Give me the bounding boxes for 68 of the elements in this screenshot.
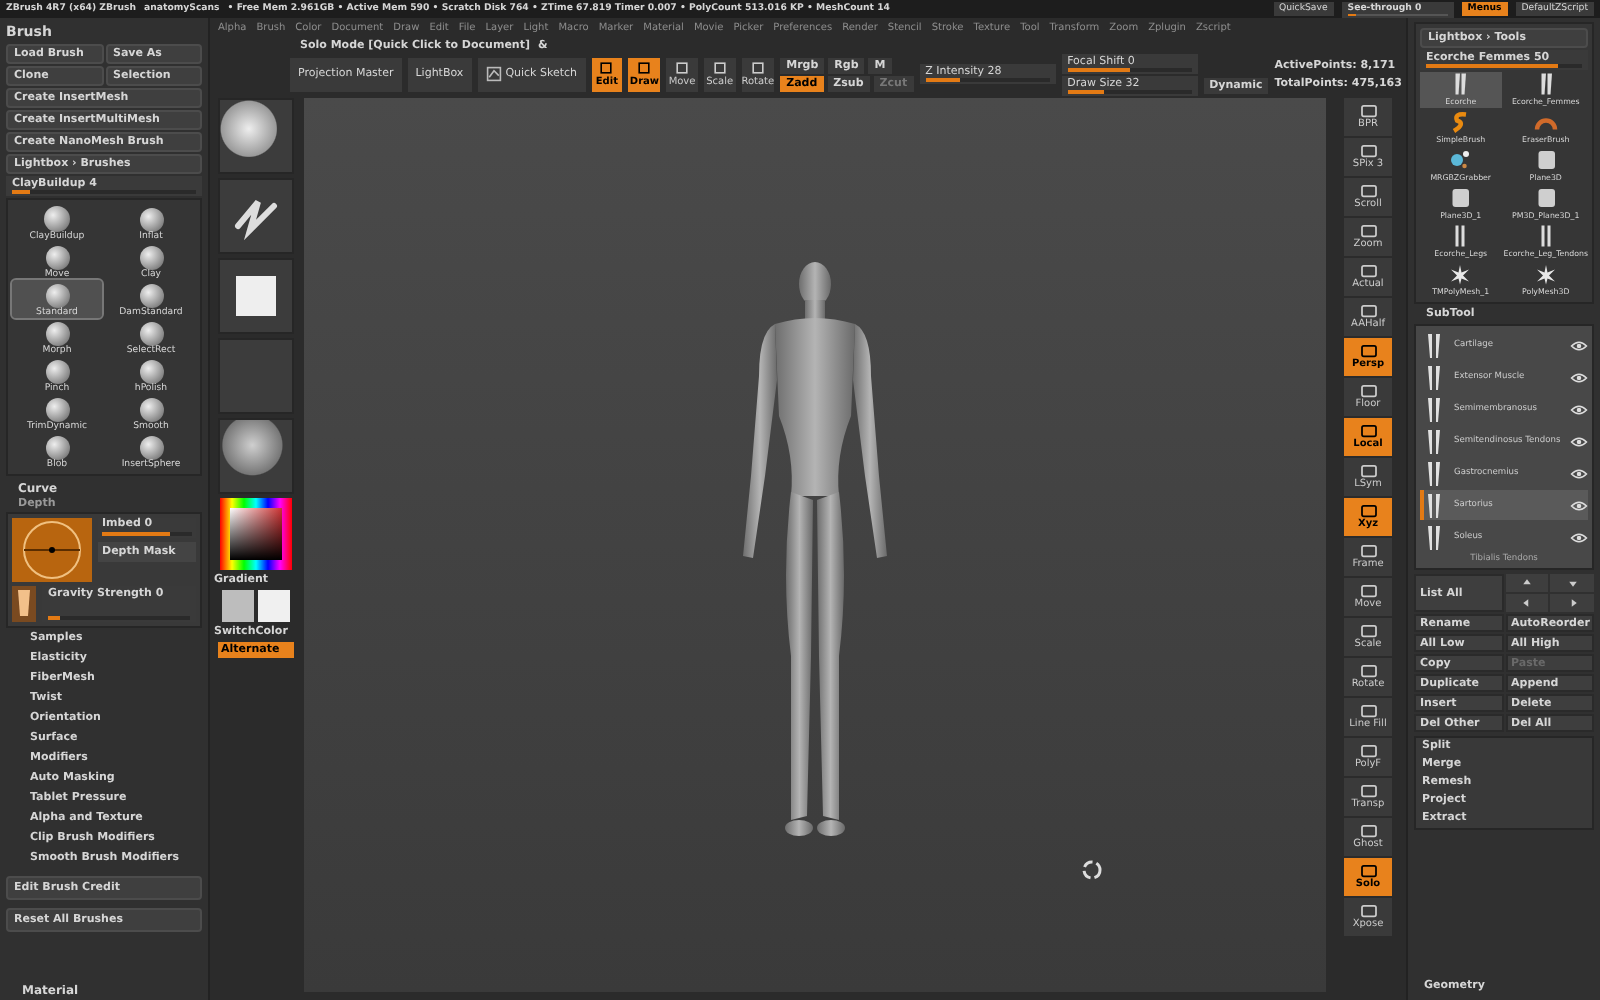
- eye-icon[interactable]: [1570, 467, 1588, 479]
- brush-preview-icon: [45, 246, 69, 270]
- brush-preview-icon: [45, 284, 69, 308]
- view-icon: [1359, 704, 1377, 718]
- mode-icon: [674, 60, 691, 76]
- alpha-square-icon: [235, 276, 275, 316]
- brush-preview-icon: [139, 322, 163, 346]
- view-icon: [1359, 584, 1377, 598]
- mode-icon: [749, 60, 766, 76]
- material-thumbnail[interactable]: [217, 418, 293, 494]
- view-icon: [1359, 504, 1377, 518]
- alpha-thumbnail[interactable]: [217, 258, 293, 334]
- arrow-up-icon: [1521, 578, 1532, 588]
- brush-preview-icon: [44, 206, 70, 232]
- arrow-down-icon: [1567, 578, 1578, 588]
- view-icon: [1359, 864, 1377, 878]
- brush-preview-icon: [139, 398, 163, 422]
- eye-icon[interactable]: [1570, 339, 1588, 351]
- view-icon: [1359, 144, 1377, 158]
- main-color-swatch[interactable]: [257, 590, 289, 622]
- eye-icon[interactable]: [1570, 403, 1588, 415]
- view-icon: [1359, 424, 1377, 438]
- brush-cursor-icon: [1080, 858, 1104, 882]
- eye-icon[interactable]: [1570, 435, 1588, 447]
- brush-preview-icon: [139, 246, 163, 270]
- arrow-left-icon: [1521, 598, 1532, 608]
- view-icon: [1359, 904, 1377, 918]
- brush-thumbnail[interactable]: [217, 98, 293, 174]
- eye-icon[interactable]: [1570, 371, 1588, 383]
- view-icon: [1359, 384, 1377, 398]
- document-canvas[interactable]: [304, 98, 1326, 992]
- view-icon: [1359, 824, 1377, 838]
- view-icon: [1359, 544, 1377, 558]
- arrow-down-button[interactable]: [1550, 574, 1594, 592]
- view-icon: [1359, 784, 1377, 798]
- sketch-icon: [485, 66, 502, 82]
- eye-icon[interactable]: [1570, 531, 1588, 543]
- view-icon: [1359, 624, 1377, 638]
- brush-preview-icon: [45, 398, 69, 422]
- mode-icon: [636, 60, 653, 76]
- depth-dial-icon: [12, 518, 92, 582]
- view-icon: [1359, 104, 1377, 118]
- brush-preview-icon: [45, 360, 69, 384]
- stroke-thumbnail[interactable]: [217, 178, 293, 254]
- brush-preview-icon: [139, 284, 163, 308]
- mode-icon: [711, 60, 728, 76]
- brush-preview-icon: [139, 436, 163, 460]
- arrow-right-button[interactable]: [1550, 594, 1594, 612]
- view-icon: [1359, 304, 1377, 318]
- gravity-icon: [12, 586, 36, 622]
- view-icon: [1359, 344, 1377, 358]
- view-icon: [1359, 184, 1377, 198]
- brush-preview-icon: [139, 360, 163, 384]
- view-icon: [1359, 664, 1377, 678]
- view-icon: [1359, 264, 1377, 278]
- mode-icon: [598, 60, 615, 76]
- view-icon: [1359, 464, 1377, 478]
- view-icon: [1359, 224, 1377, 238]
- arrow-up-button[interactable]: [1505, 574, 1549, 592]
- eye-icon[interactable]: [1570, 499, 1588, 511]
- brush-preview-icon: [45, 436, 69, 460]
- arrow-right-icon: [1567, 598, 1578, 608]
- color-picker[interactable]: [219, 498, 291, 570]
- arrow-left-button[interactable]: [1505, 594, 1549, 612]
- secondary-color-swatch[interactable]: [221, 590, 253, 622]
- view-icon: [1359, 744, 1377, 758]
- brush-preview-icon: [139, 208, 163, 232]
- brush-preview-icon: [45, 322, 69, 346]
